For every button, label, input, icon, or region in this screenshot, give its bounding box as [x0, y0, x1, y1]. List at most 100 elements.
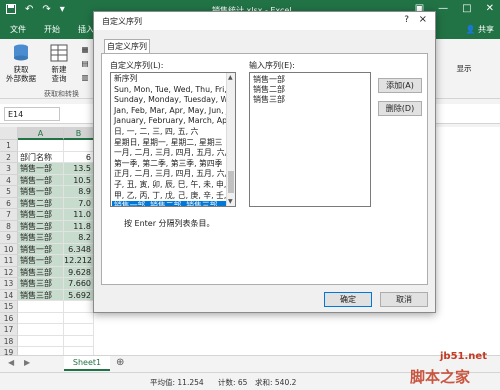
- cell[interactable]: 销售二部: [18, 220, 64, 232]
- cell[interactable]: [64, 335, 94, 347]
- row-header[interactable]: 6: [0, 197, 18, 209]
- cell[interactable]: 6.348: [64, 243, 94, 255]
- row-header[interactable]: 18: [0, 335, 18, 347]
- custom-list-item[interactable]: 正月, 二月, 三月, 四月, 五月, 六月: [112, 169, 227, 180]
- column-header-b[interactable]: B: [64, 127, 94, 140]
- cell[interactable]: 销售三部: [18, 232, 64, 244]
- cell[interactable]: [18, 312, 64, 324]
- column-header-a[interactable]: A: [18, 127, 64, 140]
- row-header[interactable]: 8: [0, 220, 18, 232]
- scroll-up-icon[interactable]: ▲: [228, 74, 233, 81]
- custom-lists-listbox[interactable]: 新序列 Sun, Mon, Tue, Wed, Thu, Fri, S Sunday…: [110, 72, 236, 207]
- row-header[interactable]: 5: [0, 186, 18, 198]
- cell[interactable]: 13.5: [64, 163, 94, 175]
- from-table-icon[interactable]: ▤: [76, 59, 94, 68]
- sheet-tab[interactable]: Sheet1: [64, 356, 110, 371]
- custom-list-item[interactable]: 一月, 二月, 三月, 四月, 五月, 六月: [112, 148, 227, 159]
- cell[interactable]: 销售一部: [18, 255, 64, 267]
- share-button[interactable]: 👤 共享: [465, 24, 494, 35]
- list-entries-textarea[interactable]: 销售一部 销售二部 销售三部: [249, 72, 371, 207]
- cell[interactable]: 销售二部: [18, 197, 64, 209]
- cell[interactable]: 销售三部: [18, 278, 64, 290]
- get-external-data-button[interactable]: 获取 外部数据: [4, 43, 38, 83]
- custom-list-item[interactable]: Jan, Feb, Mar, Apr, May, Jun, J: [112, 106, 227, 117]
- save-icon[interactable]: [6, 4, 16, 17]
- new-query-button[interactable]: 新建 查询: [44, 43, 74, 83]
- cell[interactable]: 部门名称: [18, 151, 64, 163]
- cell[interactable]: 5.692: [64, 289, 94, 301]
- row-header[interactable]: 12: [0, 266, 18, 278]
- show-detail-button[interactable]: 显示: [444, 63, 484, 74]
- scroll-down-icon[interactable]: ▼: [228, 198, 233, 205]
- cell[interactable]: 销售三部: [18, 289, 64, 301]
- custom-list-item[interactable]: 新序列: [112, 74, 227, 85]
- cell[interactable]: 9.628: [64, 266, 94, 278]
- close-icon[interactable]: ✕: [486, 3, 494, 14]
- cell[interactable]: [64, 312, 94, 324]
- custom-list-item[interactable]: 星期日, 星期一, 星期二, 星期三: [112, 138, 227, 149]
- tab-insert[interactable]: 插入: [78, 24, 94, 35]
- cell[interactable]: 销售一部: [18, 243, 64, 255]
- row-header[interactable]: 7: [0, 209, 18, 221]
- minimize-icon[interactable]: —: [438, 3, 448, 14]
- row-header[interactable]: 11: [0, 255, 18, 267]
- cell[interactable]: [18, 140, 64, 152]
- custom-list-item[interactable]: 销售一部, 销售二部, 销售三部: [112, 201, 227, 206]
- row-header[interactable]: 15: [0, 301, 18, 313]
- cell[interactable]: 11.0: [64, 209, 94, 221]
- listbox-scrollbar[interactable]: ▲ ▼: [226, 73, 235, 206]
- row-header[interactable]: 13: [0, 278, 18, 290]
- prev-sheet-icon[interactable]: ◀: [8, 358, 14, 367]
- row-header[interactable]: 9: [0, 232, 18, 244]
- cell[interactable]: [18, 324, 64, 336]
- cell[interactable]: 10.5: [64, 174, 94, 186]
- cell[interactable]: 销售一部: [18, 163, 64, 175]
- row-header[interactable]: 1: [0, 140, 18, 152]
- select-all-corner[interactable]: [0, 127, 18, 140]
- new-sheet-icon[interactable]: ⊕: [116, 357, 124, 368]
- cell[interactable]: 8.9: [64, 186, 94, 198]
- tab-custom-lists[interactable]: 自定义序列: [104, 39, 150, 54]
- recent-sources-icon[interactable]: ▥: [76, 73, 94, 82]
- row-header[interactable]: 16: [0, 312, 18, 324]
- name-box[interactable]: E14: [4, 107, 60, 121]
- cell[interactable]: 12.212: [64, 255, 94, 267]
- cancel-button[interactable]: 取消: [380, 292, 428, 307]
- cell[interactable]: [64, 324, 94, 336]
- undo-icon[interactable]: ↶: [25, 4, 33, 17]
- custom-list-item[interactable]: 第一季, 第二季, 第三季, 第四季: [112, 159, 227, 170]
- show-queries-icon[interactable]: ▦: [76, 45, 94, 54]
- custom-list-item[interactable]: January, February, March, April,: [112, 116, 227, 127]
- add-button[interactable]: 添加(A): [378, 78, 422, 93]
- tab-home[interactable]: 开始: [44, 24, 60, 35]
- cell[interactable]: [64, 140, 94, 152]
- custom-list-item[interactable]: 甲, 乙, 丙, 丁, 戊, 己, 庚, 辛, 壬, 癸: [112, 191, 227, 202]
- custom-list-item[interactable]: Sun, Mon, Tue, Wed, Thu, Fri, S: [112, 85, 227, 96]
- custom-list-item[interactable]: 日, 一, 二, 三, 四, 五, 六: [112, 127, 227, 138]
- cell[interactable]: 销售一部: [18, 174, 64, 186]
- cell[interactable]: 销售三部: [18, 266, 64, 278]
- cell[interactable]: [18, 301, 64, 313]
- maximize-icon[interactable]: □: [462, 3, 471, 14]
- row-header[interactable]: 10: [0, 243, 18, 255]
- next-sheet-icon[interactable]: ▶: [24, 358, 30, 367]
- cell[interactable]: [64, 301, 94, 313]
- cell[interactable]: 6: [64, 151, 94, 163]
- cell[interactable]: 销售二部: [18, 209, 64, 221]
- help-icon[interactable]: ?: [404, 15, 409, 25]
- cell[interactable]: 7.0: [64, 197, 94, 209]
- dialog-close-icon[interactable]: ×: [419, 14, 427, 25]
- row-header[interactable]: 3: [0, 163, 18, 175]
- row-header[interactable]: 17: [0, 324, 18, 336]
- row-header[interactable]: 14: [0, 289, 18, 301]
- custom-list-item[interactable]: Sunday, Monday, Tuesday, Wed: [112, 95, 227, 106]
- scrollbar-thumb[interactable]: [228, 171, 234, 193]
- cell[interactable]: 11.8: [64, 220, 94, 232]
- redo-icon[interactable]: ↷: [42, 4, 50, 17]
- row-header[interactable]: 2: [0, 151, 18, 163]
- cell[interactable]: 销售一部: [18, 186, 64, 198]
- cell[interactable]: 8.2: [64, 232, 94, 244]
- cell[interactable]: [18, 335, 64, 347]
- customize-qat-icon[interactable]: ▾: [60, 4, 65, 17]
- cell[interactable]: 7.660: [64, 278, 94, 290]
